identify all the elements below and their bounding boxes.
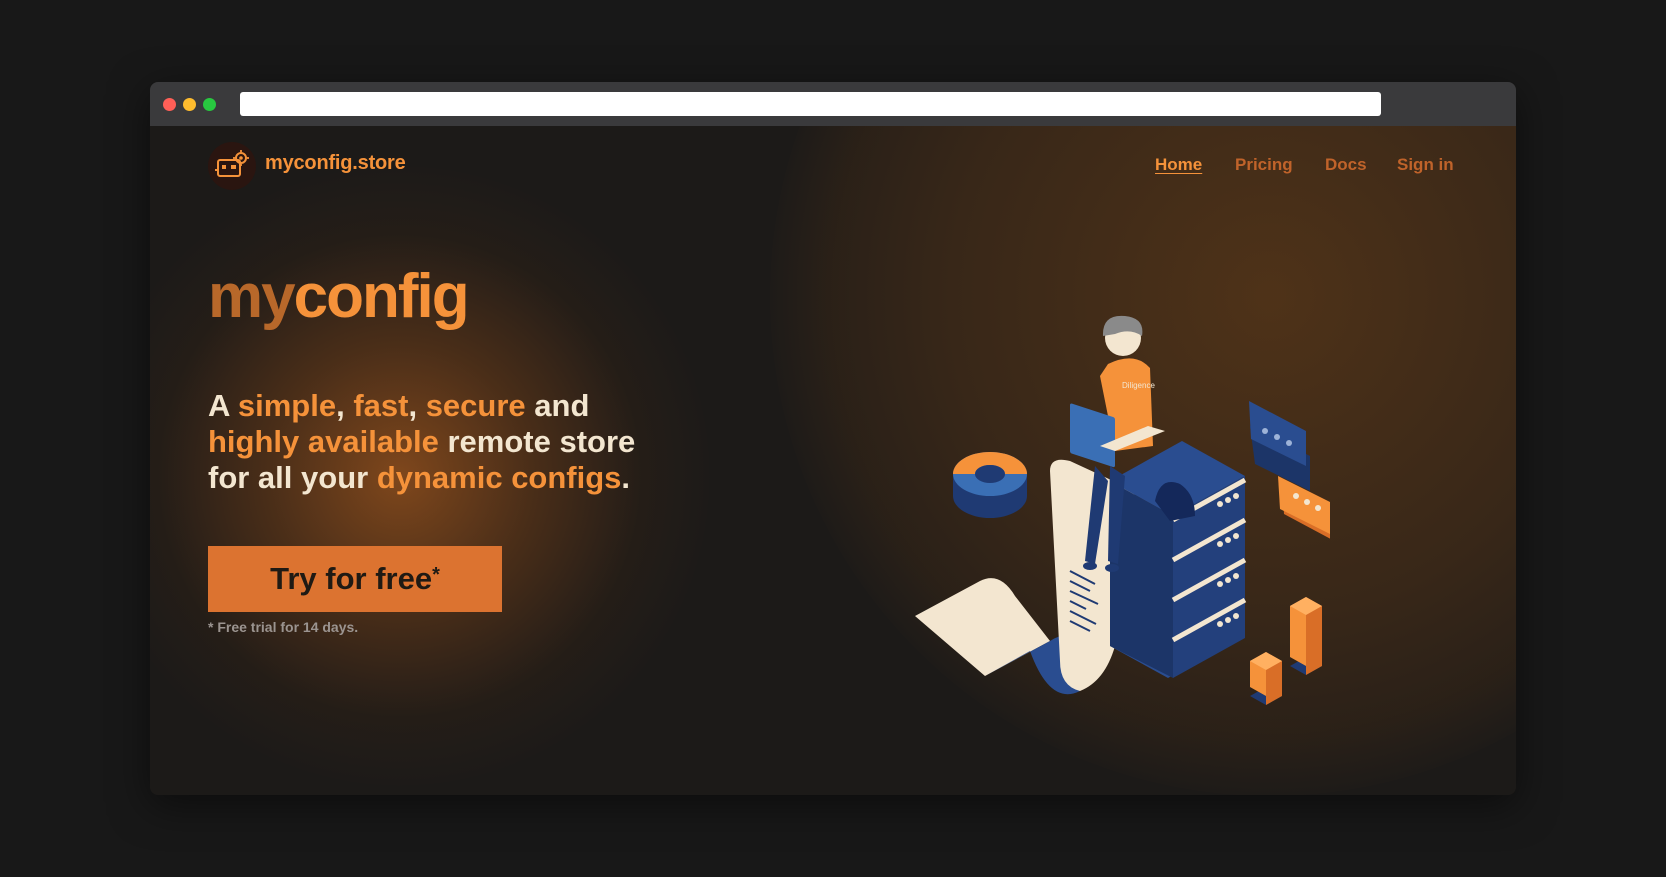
close-window-button[interactable] [163, 98, 176, 111]
tagline-highlight: highly available [208, 424, 439, 459]
tagline-highlight: fast [353, 388, 409, 423]
bar-columns-icon [1250, 597, 1322, 705]
hero-tagline: A simple, fast, secure and highly availab… [208, 388, 688, 496]
browser-titlebar [150, 82, 1516, 126]
hero-title-my: my [208, 262, 296, 331]
address-bar[interactable] [240, 92, 1381, 116]
trial-footnote: * Free trial for 14 days. [208, 619, 359, 635]
minimize-window-button[interactable] [183, 98, 196, 111]
tagline-text: , [336, 388, 354, 423]
cta-label: Try for free [270, 561, 433, 596]
server-illustration: Diligence [915, 315, 1330, 705]
tagline-highlight: dynamic configs [376, 460, 622, 495]
browser-window: myconfig.store Home Pricing Docs Sign in… [150, 82, 1516, 795]
nav-pricing[interactable]: Pricing [1235, 155, 1293, 175]
tagline-highlight: secure [425, 388, 526, 423]
maximize-window-button[interactable] [203, 98, 216, 111]
page-viewport: myconfig.store Home Pricing Docs Sign in… [150, 126, 1516, 795]
tagline-text: A [208, 388, 238, 423]
hero-title: myconfig [208, 266, 470, 328]
tagline-text: , [408, 388, 426, 423]
shirt-text: Diligence [1122, 381, 1155, 390]
tagline-highlight: simple [237, 388, 337, 423]
try-for-free-button[interactable]: Try for free* [208, 546, 502, 612]
donut-chart-icon [953, 452, 1027, 518]
brand-name[interactable]: myconfig.store [265, 152, 406, 175]
cta-asterisk: * [432, 564, 440, 586]
tagline-text: for all your [208, 460, 377, 495]
server-stack-icon [1110, 441, 1247, 678]
nav-home[interactable]: Home [1155, 155, 1202, 175]
nav-sign-in[interactable]: Sign in [1397, 155, 1454, 175]
tagline-text: . [621, 460, 631, 495]
tagline-text: and [525, 388, 590, 423]
logo-icon[interactable] [208, 142, 256, 190]
tagline-text: remote store [438, 424, 636, 459]
hero-title-config: config [293, 262, 470, 331]
nav-docs[interactable]: Docs [1325, 155, 1367, 175]
